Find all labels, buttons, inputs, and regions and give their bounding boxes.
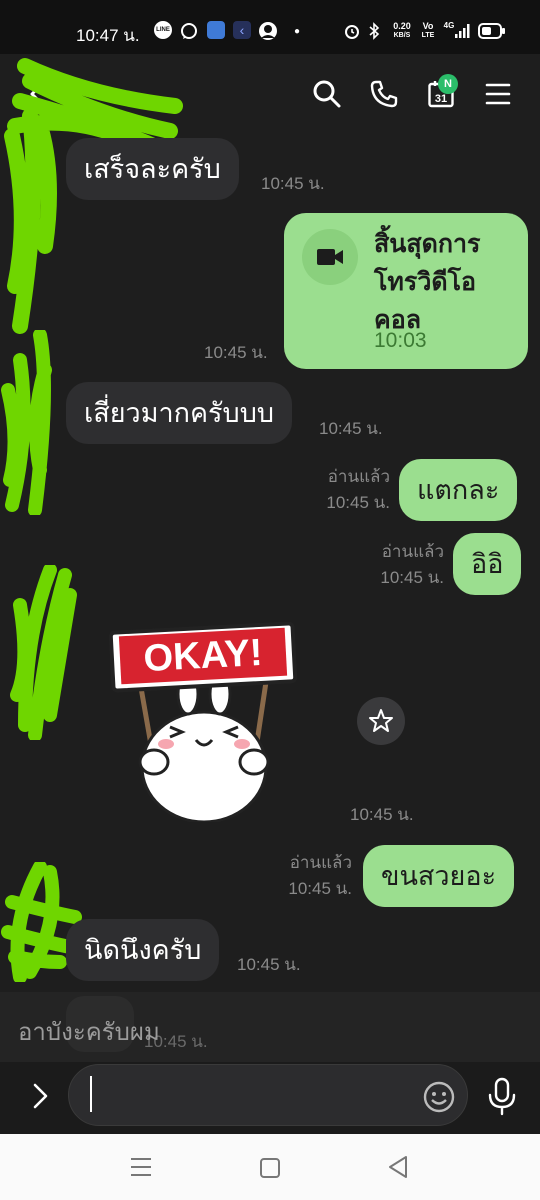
- menu-button[interactable]: [478, 74, 518, 114]
- volte-bottom: LTE: [421, 32, 435, 39]
- message-time: 10:45 น.: [350, 805, 414, 824]
- speed-value: 0.20: [393, 21, 411, 31]
- message-bubble[interactable]: เสี่ยวมากครับบบ: [66, 382, 292, 444]
- menu-icon: [485, 83, 511, 105]
- battery-icon: [478, 21, 506, 41]
- redaction-scribble: [1, 330, 52, 515]
- message-bubble[interactable]: อิอิ: [453, 533, 522, 595]
- redaction-scribble: [10, 565, 77, 740]
- calendar-button[interactable]: 31 N: [421, 74, 461, 114]
- video-camera-icon: [317, 249, 343, 265]
- network-type: 4G: [443, 21, 455, 30]
- message-bubble[interactable]: นิดนึงครับ: [66, 919, 220, 981]
- chevron-app-icon: ‹: [233, 21, 251, 39]
- search-button[interactable]: [307, 74, 347, 114]
- home-icon: [260, 1158, 280, 1178]
- microphone-icon: [488, 1077, 516, 1116]
- recents-icon: [131, 1158, 151, 1176]
- reply-preview-text: อาบังะครับผม: [18, 1019, 160, 1046]
- search-icon: [313, 80, 341, 108]
- calendar-icon: 31 N: [428, 74, 458, 108]
- more-notifications-icon: ●: [294, 25, 301, 37]
- message-bubble[interactable]: เสร็จละครับ: [66, 138, 239, 200]
- back-nav-button[interactable]: [386, 1154, 412, 1180]
- calendar-day: 31: [434, 93, 448, 105]
- message-time: 10:45 น.: [319, 419, 383, 438]
- message-bubble[interactable]: แตกละ: [399, 459, 518, 521]
- message-time: 10:45 น.: [204, 343, 268, 362]
- speed-unit: KB/S: [393, 32, 411, 39]
- recents-button[interactable]: [128, 1154, 154, 1180]
- video-call-title: สิ้นสุดการ โทรวิดีโอ คอล: [374, 230, 481, 334]
- read-receipt: อ่านแล้ว: [327, 467, 390, 486]
- emoji-button[interactable]: [422, 1080, 456, 1114]
- favorite-sticker-button[interactable]: [357, 697, 405, 745]
- message-time: 10:45 น.: [288, 879, 352, 898]
- video-call-duration: 10:03: [374, 329, 427, 352]
- read-receipt: อ่านแล้ว: [289, 853, 352, 872]
- emoji-icon: [423, 1081, 455, 1113]
- video-call-icon-wrap: [302, 229, 358, 285]
- expand-button[interactable]: [24, 1078, 56, 1114]
- read-receipt: อ่านแล้ว: [381, 542, 444, 561]
- line-app-icon: LINE: [154, 21, 172, 39]
- message-time: 10:45 น.: [380, 568, 444, 587]
- avatar-app-icon: [258, 21, 278, 41]
- app-notification-icon: [207, 21, 225, 39]
- volte-indicator: Vo LTE: [420, 21, 436, 41]
- alarm-icon: [343, 21, 361, 41]
- video-call-bubble[interactable]: สิ้นสุดการ โทรวิดีโอ คอล 10:03: [284, 213, 528, 369]
- call-button[interactable]: [364, 74, 404, 114]
- phone-icon: [370, 80, 398, 108]
- message-time: 10:45 น.: [237, 955, 301, 974]
- bluetooth-icon: [368, 21, 380, 41]
- text-caret: [90, 1076, 92, 1112]
- message-time: 10:45 น.: [261, 174, 325, 193]
- message-time: 10:45 น.: [326, 493, 390, 512]
- new-badge: N: [438, 74, 458, 94]
- sticker-sign-text: OKAY!: [118, 627, 288, 685]
- expand-icon: [33, 1083, 48, 1109]
- back-nav-icon: [389, 1156, 407, 1178]
- message-bubble[interactable]: ขนสวยอะ: [363, 845, 515, 907]
- home-button[interactable]: [258, 1156, 282, 1180]
- volte-top: Vo: [422, 21, 434, 31]
- signal-icon: 4G: [442, 21, 472, 41]
- star-icon: [369, 709, 393, 732]
- network-speed: 0.20 KB/S: [388, 21, 416, 41]
- voice-message-button[interactable]: [484, 1076, 520, 1116]
- chat-bubble-icon: [180, 21, 198, 41]
- status-time: 10:47 น.: [76, 26, 140, 45]
- message-input[interactable]: [68, 1064, 468, 1126]
- okay-sticker[interactable]: OKAY!: [108, 621, 298, 824]
